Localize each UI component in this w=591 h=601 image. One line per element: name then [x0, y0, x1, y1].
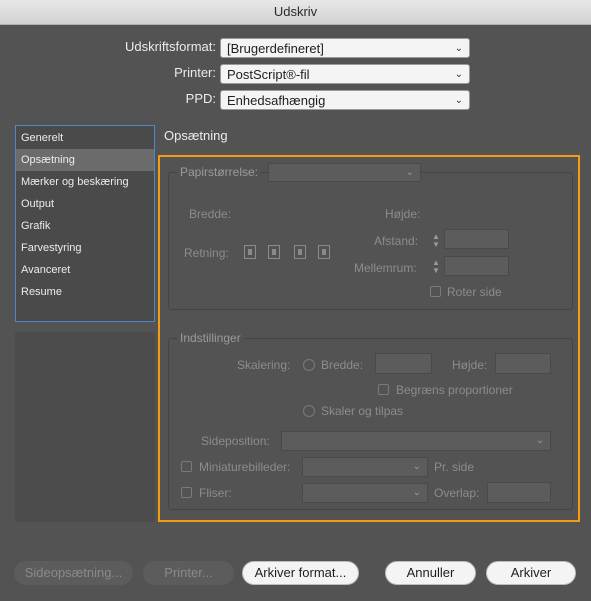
- chevron-down-icon: ⌄: [454, 95, 463, 106]
- chevron-down-icon: ⌄: [412, 487, 421, 498]
- gap-label: Mellemrum:: [354, 261, 417, 275]
- page-setup-button[interactable]: Sideopsætning...: [14, 561, 133, 585]
- sidebar-item-setup[interactable]: Opsætning: [16, 149, 154, 171]
- paper-height-label: Højde:: [385, 207, 421, 221]
- tiles-checkbox[interactable]: [181, 487, 192, 498]
- sidebar-item-output[interactable]: Output: [16, 193, 154, 215]
- settings-title: Indstillinger: [177, 331, 244, 345]
- page-orientation-icon[interactable]: [244, 245, 256, 259]
- rotate-checkbox[interactable]: [430, 286, 441, 297]
- sidebar-item-marks-bleeds[interactable]: Mærker og beskæring: [16, 171, 154, 193]
- rotate-label: Roter side: [447, 285, 502, 299]
- position-select[interactable]: ⌄: [281, 431, 551, 451]
- scaling-height-label: Højde:: [452, 358, 488, 372]
- page-orientation-icon[interactable]: [268, 245, 280, 259]
- save-button[interactable]: Arkiver: [486, 561, 576, 585]
- printer-value: PostScript®-fil: [227, 67, 310, 82]
- tiles-select[interactable]: ⌄: [302, 483, 428, 503]
- scaling-width-field[interactable]: [375, 353, 432, 374]
- paper-width-label: Bredde:: [189, 207, 232, 221]
- thumbs-select[interactable]: ⌄: [302, 457, 428, 477]
- sidebar-item-graphics[interactable]: Grafik: [16, 215, 154, 237]
- page-preview: [15, 332, 155, 522]
- overlap-label: Overlap:: [434, 486, 480, 500]
- scaling-width-label: Bredde:: [321, 358, 364, 372]
- offset-field[interactable]: [444, 229, 509, 249]
- ppd-value: Enhedsafhængig: [227, 93, 326, 108]
- page-orientation-icon[interactable]: [318, 245, 330, 259]
- position-label: Sideposition:: [201, 434, 270, 448]
- sidebar-item-advanced[interactable]: Avanceret: [16, 259, 154, 281]
- constrain-label: Begræns proportioner: [396, 383, 513, 397]
- stepper-icon[interactable]: ▲ ▼: [432, 259, 440, 275]
- sidebar-item-summary[interactable]: Resume: [16, 281, 154, 303]
- constrain-checkbox[interactable]: [378, 384, 389, 395]
- orientation-label: Retning:: [184, 246, 229, 260]
- section-title: Opsætning: [164, 128, 228, 143]
- gap-field[interactable]: [444, 256, 509, 276]
- category-list[interactable]: Generelt Opsætning Mærker og beskæring O…: [15, 125, 155, 322]
- window-title: Udskriv: [0, 0, 591, 25]
- ppd-select[interactable]: Enhedsafhængig ⌄: [220, 90, 470, 110]
- thumbs-checkbox[interactable]: [181, 461, 192, 472]
- save-preset-button[interactable]: Arkiver format...: [242, 561, 359, 585]
- paper-size-select[interactable]: ⌄: [268, 163, 421, 182]
- chevron-down-icon: ⌄: [535, 435, 544, 446]
- fit-label: Skaler og tilpas: [321, 404, 404, 418]
- tiles-label: Fliser:: [199, 486, 232, 500]
- thumbs-label: Miniaturebilleder:: [199, 460, 291, 474]
- scaling-label: Skalering:: [237, 358, 291, 372]
- printer-button[interactable]: Printer...: [143, 561, 234, 585]
- per-page-label: Pr. side: [434, 460, 475, 474]
- chevron-down-icon: ⌄: [412, 461, 421, 472]
- chevron-down-icon: ⌄: [454, 69, 463, 80]
- format-label: Udskriftsformat:: [124, 39, 216, 54]
- format-select[interactable]: [Brugerdefineret] ⌄: [220, 38, 470, 58]
- page-orientation-icon[interactable]: [294, 245, 306, 259]
- sidebar-item-general[interactable]: Generelt: [16, 127, 154, 149]
- cancel-button[interactable]: Annuller: [385, 561, 476, 585]
- format-value: [Brugerdefineret]: [227, 41, 324, 56]
- scaling-height-field[interactable]: [495, 353, 551, 374]
- stepper-icon[interactable]: ▲ ▼: [432, 233, 440, 249]
- printer-select[interactable]: PostScript®-fil ⌄: [220, 64, 470, 84]
- chevron-down-icon: ⌄: [454, 43, 463, 54]
- scaling-width-radio[interactable]: [303, 359, 315, 371]
- paper-size-label: Papirstørrelse:: [177, 165, 262, 179]
- sidebar-item-color-management[interactable]: Farvestyring: [16, 237, 154, 259]
- offset-label: Afstand:: [374, 234, 419, 248]
- overlap-field[interactable]: [487, 482, 551, 503]
- chevron-down-icon: ⌄: [405, 167, 414, 178]
- paper-group: [168, 172, 573, 310]
- ppd-label: PPD:: [185, 91, 216, 106]
- fit-radio[interactable]: [303, 405, 315, 417]
- printer-label: Printer:: [174, 65, 216, 80]
